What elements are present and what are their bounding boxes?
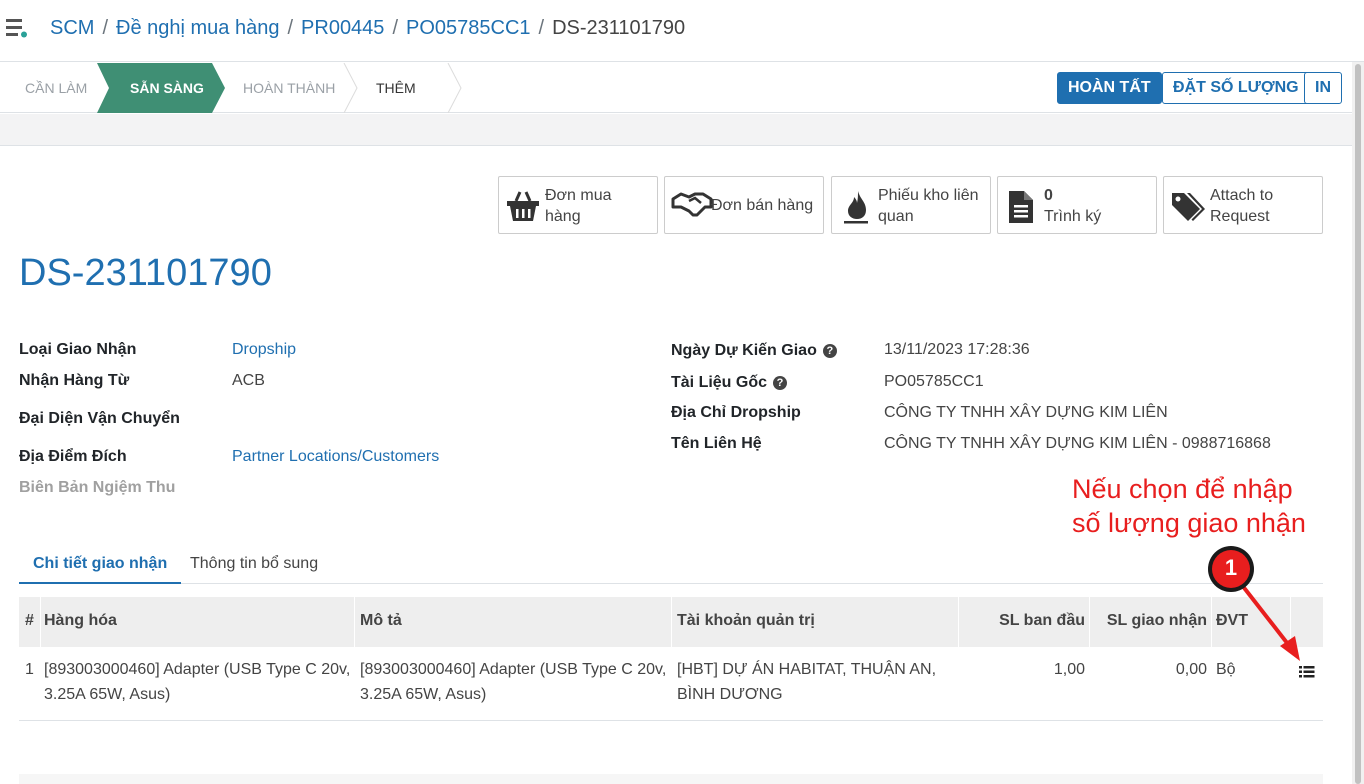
breadcrumb-separator: / [392,17,398,39]
approvals-smart-button[interactable]: 0 Trình ký [997,176,1157,234]
sales-order-label: Đơn bán hàng [711,195,813,216]
handshake-icon [671,192,713,217]
source-document-label: Tài Liệu Gốc? [671,374,788,392]
purchase-order-smart-button[interactable]: Đơn mua hàng [498,176,658,234]
operation-type-value[interactable]: Dropship [232,341,296,359]
document-icon [1009,191,1033,223]
annotation-line1: Nếu chọn để nhập [1072,474,1293,504]
breadcrumb-scm[interactable]: SCM [50,17,94,39]
print-button[interactable]: IN [1304,72,1342,104]
flame-icon [844,191,868,224]
help-icon[interactable]: ? [822,344,837,358]
approvals-label-line2: Trình ký [1044,208,1102,225]
menu-icon[interactable] [6,17,28,39]
footer-strip [19,774,1323,784]
operation-type-label: Loại Giao Nhận [19,341,137,358]
stage-more[interactable]: THÊM [376,63,416,113]
row-product-line2: 3.25A 65W, Asus) [44,686,171,703]
help-icon[interactable]: ? [773,376,788,390]
tab-details[interactable]: Chi tiết giao nhận [19,544,182,584]
dropship-address-value: CÔNG TY TNHH XÂY DỰNG KIM LIÊN [884,404,1168,421]
breadcrumb-po[interactable]: PO05785CC1 [406,17,531,39]
record-title: DS-231101790 [19,252,272,294]
receive-from-label: Nhận Hàng Từ [19,372,130,389]
stage-divider [447,63,462,113]
stage-done[interactable]: HOÀN THÀNH [243,63,335,113]
tags-icon [1172,193,1205,221]
breadcrumb-purchase-request-list[interactable]: Đề nghị mua hàng [116,17,279,39]
dropship-address-label: Địa Chỉ Dropship [671,404,801,421]
contact-name-value: CÔNG TY TNHH XÂY DỰNG KIM LIÊN - 0988716… [884,435,1271,452]
row-account-line1: [HBT] DỰ ÁN HABITAT, THUẬN AN, [677,661,937,678]
breadcrumb: SCM / Đề nghị mua hàng / PR00445 / PO05785CC1 /… [50,17,685,40]
sales-order-label-line1: Đơn bán hàng [711,197,814,214]
table-row[interactable]: 1 [893003000460] Adapter (USB Type C 20v… [19,647,1323,721]
attach-to-request-smart-button[interactable]: Attach to Request [1163,176,1323,234]
purchase-order-label-line2: hàng [545,208,581,225]
approvals-label: 0 Trình ký [1044,185,1101,227]
approvals-count: 0 [1044,187,1053,204]
row-account-line2: BÌNH DƯƠNG [677,686,783,703]
breadcrumb-bar: SCM / Đề nghị mua hàng / PR00445 / PO05785CC1 /… [0,0,1364,62]
row-description-line2: 3.25A 65W, Asus) [360,686,487,703]
contact-name-label: Tên Liên Hệ [671,435,762,452]
source-document-label-text: Tài Liệu Gốc [671,374,768,391]
attach-label-line2: Request [1210,208,1270,225]
attach-label-line1: Attach to [1210,187,1274,204]
related-pickings-label: Phiếu kho liên quan [878,185,979,227]
breadcrumb-current: DS-231101790 [552,17,686,39]
set-quantity-button[interactable]: ĐẶT SỐ LƯỢNG [1162,72,1310,104]
vertical-scrollbar[interactable] [1352,62,1364,784]
col-description[interactable]: Mô tả [355,597,672,647]
row-product-line1: [893003000460] Adapter (USB Type C 20v, [44,661,351,678]
breadcrumb-separator: / [102,17,109,39]
tab-extra-info[interactable]: Thông tin bổ sung [176,544,332,584]
related-pickings-smart-button[interactable]: Phiếu kho liên quan [831,176,991,234]
chatter-strip [0,114,1352,146]
attach-label: Attach to Request [1210,185,1273,227]
row-initial-qty[interactable]: 1,00 [959,657,1085,682]
destination-label: Địa Điểm Đích [19,448,127,465]
table-header: # Hàng hóa Mô tả Tài khoản quản trị SL b… [19,597,1323,647]
done-button[interactable]: HOÀN TẤT [1057,72,1162,104]
row-index: 1 [25,661,34,678]
annotation-text: Nếu chọn để nhập số lượng giao nhận [1072,472,1332,540]
col-done-qty[interactable]: SL giao nhận [1090,597,1212,647]
related-pickings-label-line1: Phiếu kho liên [878,187,979,204]
row-description[interactable]: [893003000460] Adapter (USB Type C 20v, … [360,657,672,707]
destination-value[interactable]: Partner Locations/Customers [232,448,439,466]
stage-todo[interactable]: CẦN LÀM [25,63,87,113]
row-done-qty[interactable]: 0,00 [1090,657,1207,682]
related-pickings-label-line2: quan [878,208,914,225]
source-document-value: PO05785CC1 [884,373,984,390]
row-account[interactable]: [HBT] DỰ ÁN HABITAT, THUẬN AN, BÌNH DƯƠN… [677,657,959,707]
status-bar: CẦN LÀM SẴN SÀNG HOÀN THÀNH THÊM HOÀN TẤ… [0,63,1352,113]
purchase-order-label: Đơn mua hàng [545,185,612,227]
annotation-marker-number: 1 [1224,555,1238,580]
row-description-line1: [893003000460] Adapter (USB Type C 20v, [360,661,667,678]
acceptance-label: Biên Bản Ngiệm Thu [19,479,176,496]
stage-ready[interactable]: SẴN SÀNG [130,63,204,113]
row-product[interactable]: [893003000460] Adapter (USB Type C 20v, … [44,657,354,707]
annotation-line2: số lượng giao nhận [1072,508,1306,538]
scheduled-date-value[interactable]: 13/11/2023 17:28:36 [884,341,1030,359]
notebook-tabs: Chi tiết giao nhận Thông tin bổ sung [19,544,1323,584]
breadcrumb-separator: / [287,17,294,39]
stage-divider [343,63,358,113]
sales-order-smart-button[interactable]: Đơn bán hàng [664,176,824,234]
scheduled-date-label-text: Ngày Dự Kiến Giao [671,342,817,359]
scrollbar-thumb[interactable] [1355,64,1361,784]
carrier-label: Đại Diện Vận Chuyển [19,410,180,427]
col-product[interactable]: Hàng hóa [41,597,355,647]
breadcrumb-pr[interactable]: PR00445 [301,17,384,39]
scheduled-date-label: Ngày Dự Kiến Giao? [671,342,837,360]
breadcrumb-separator: / [538,17,545,39]
purchase-order-label-line1: Đơn mua [545,187,612,204]
col-account[interactable]: Tài khoản quản trị [672,597,959,647]
col-initial-qty[interactable]: SL ban đầu [959,597,1090,647]
receive-from-value: ACB [232,372,265,389]
col-index: # [19,597,41,647]
basket-icon [507,191,539,221]
